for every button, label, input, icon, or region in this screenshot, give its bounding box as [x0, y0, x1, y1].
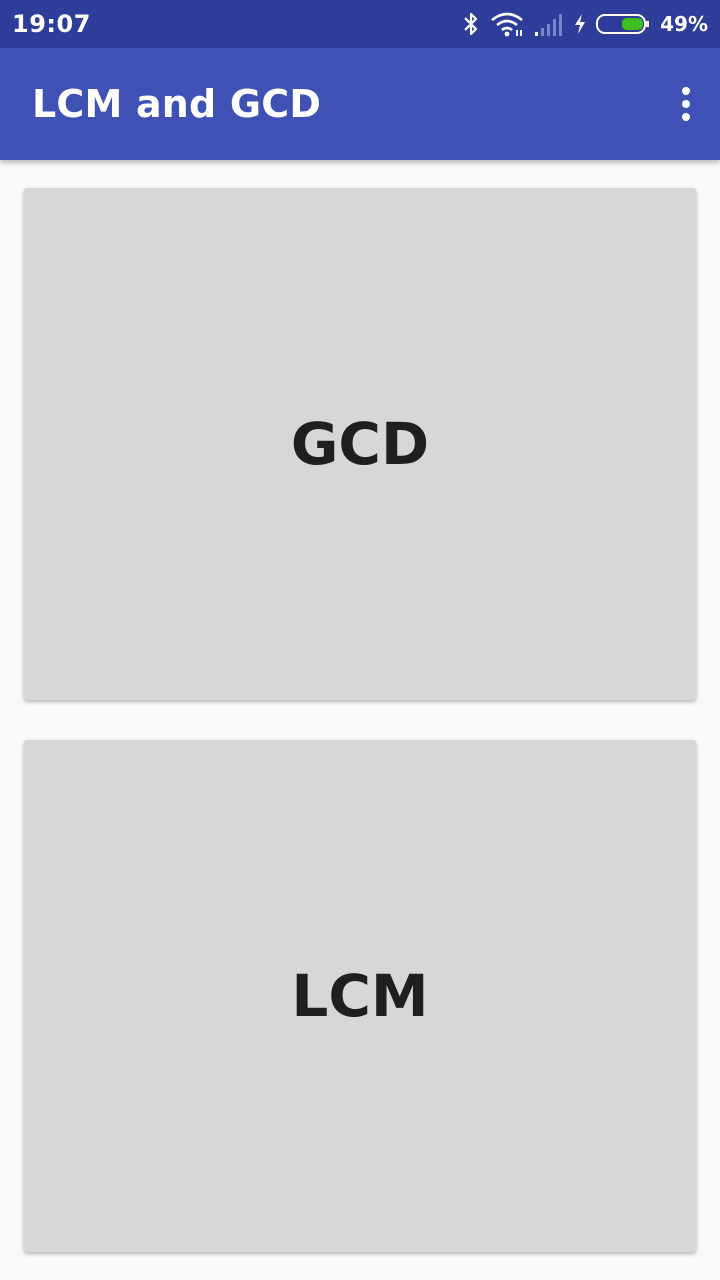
gcd-button[interactable]: GCD — [24, 188, 696, 700]
app-bar: LCM and GCD — [0, 48, 720, 160]
battery-icon — [596, 13, 650, 35]
more-options-button[interactable] — [666, 72, 706, 136]
signal-icon — [534, 12, 564, 36]
lcm-button[interactable]: LCM — [24, 740, 696, 1252]
status-bar: 19:07 49% — [0, 0, 720, 48]
battery-percent: 49% — [660, 12, 708, 36]
gcd-button-label: GCD — [290, 410, 430, 478]
bluetooth-icon — [462, 11, 480, 37]
more-vert-icon[interactable] — [680, 86, 692, 122]
wifi-icon — [490, 11, 524, 37]
status-icons: 49% — [462, 0, 708, 48]
page-title: LCM and GCD — [32, 82, 322, 126]
lcm-button-label: LCM — [291, 962, 429, 1030]
status-time: 19:07 — [12, 10, 91, 38]
charging-icon — [574, 13, 586, 35]
